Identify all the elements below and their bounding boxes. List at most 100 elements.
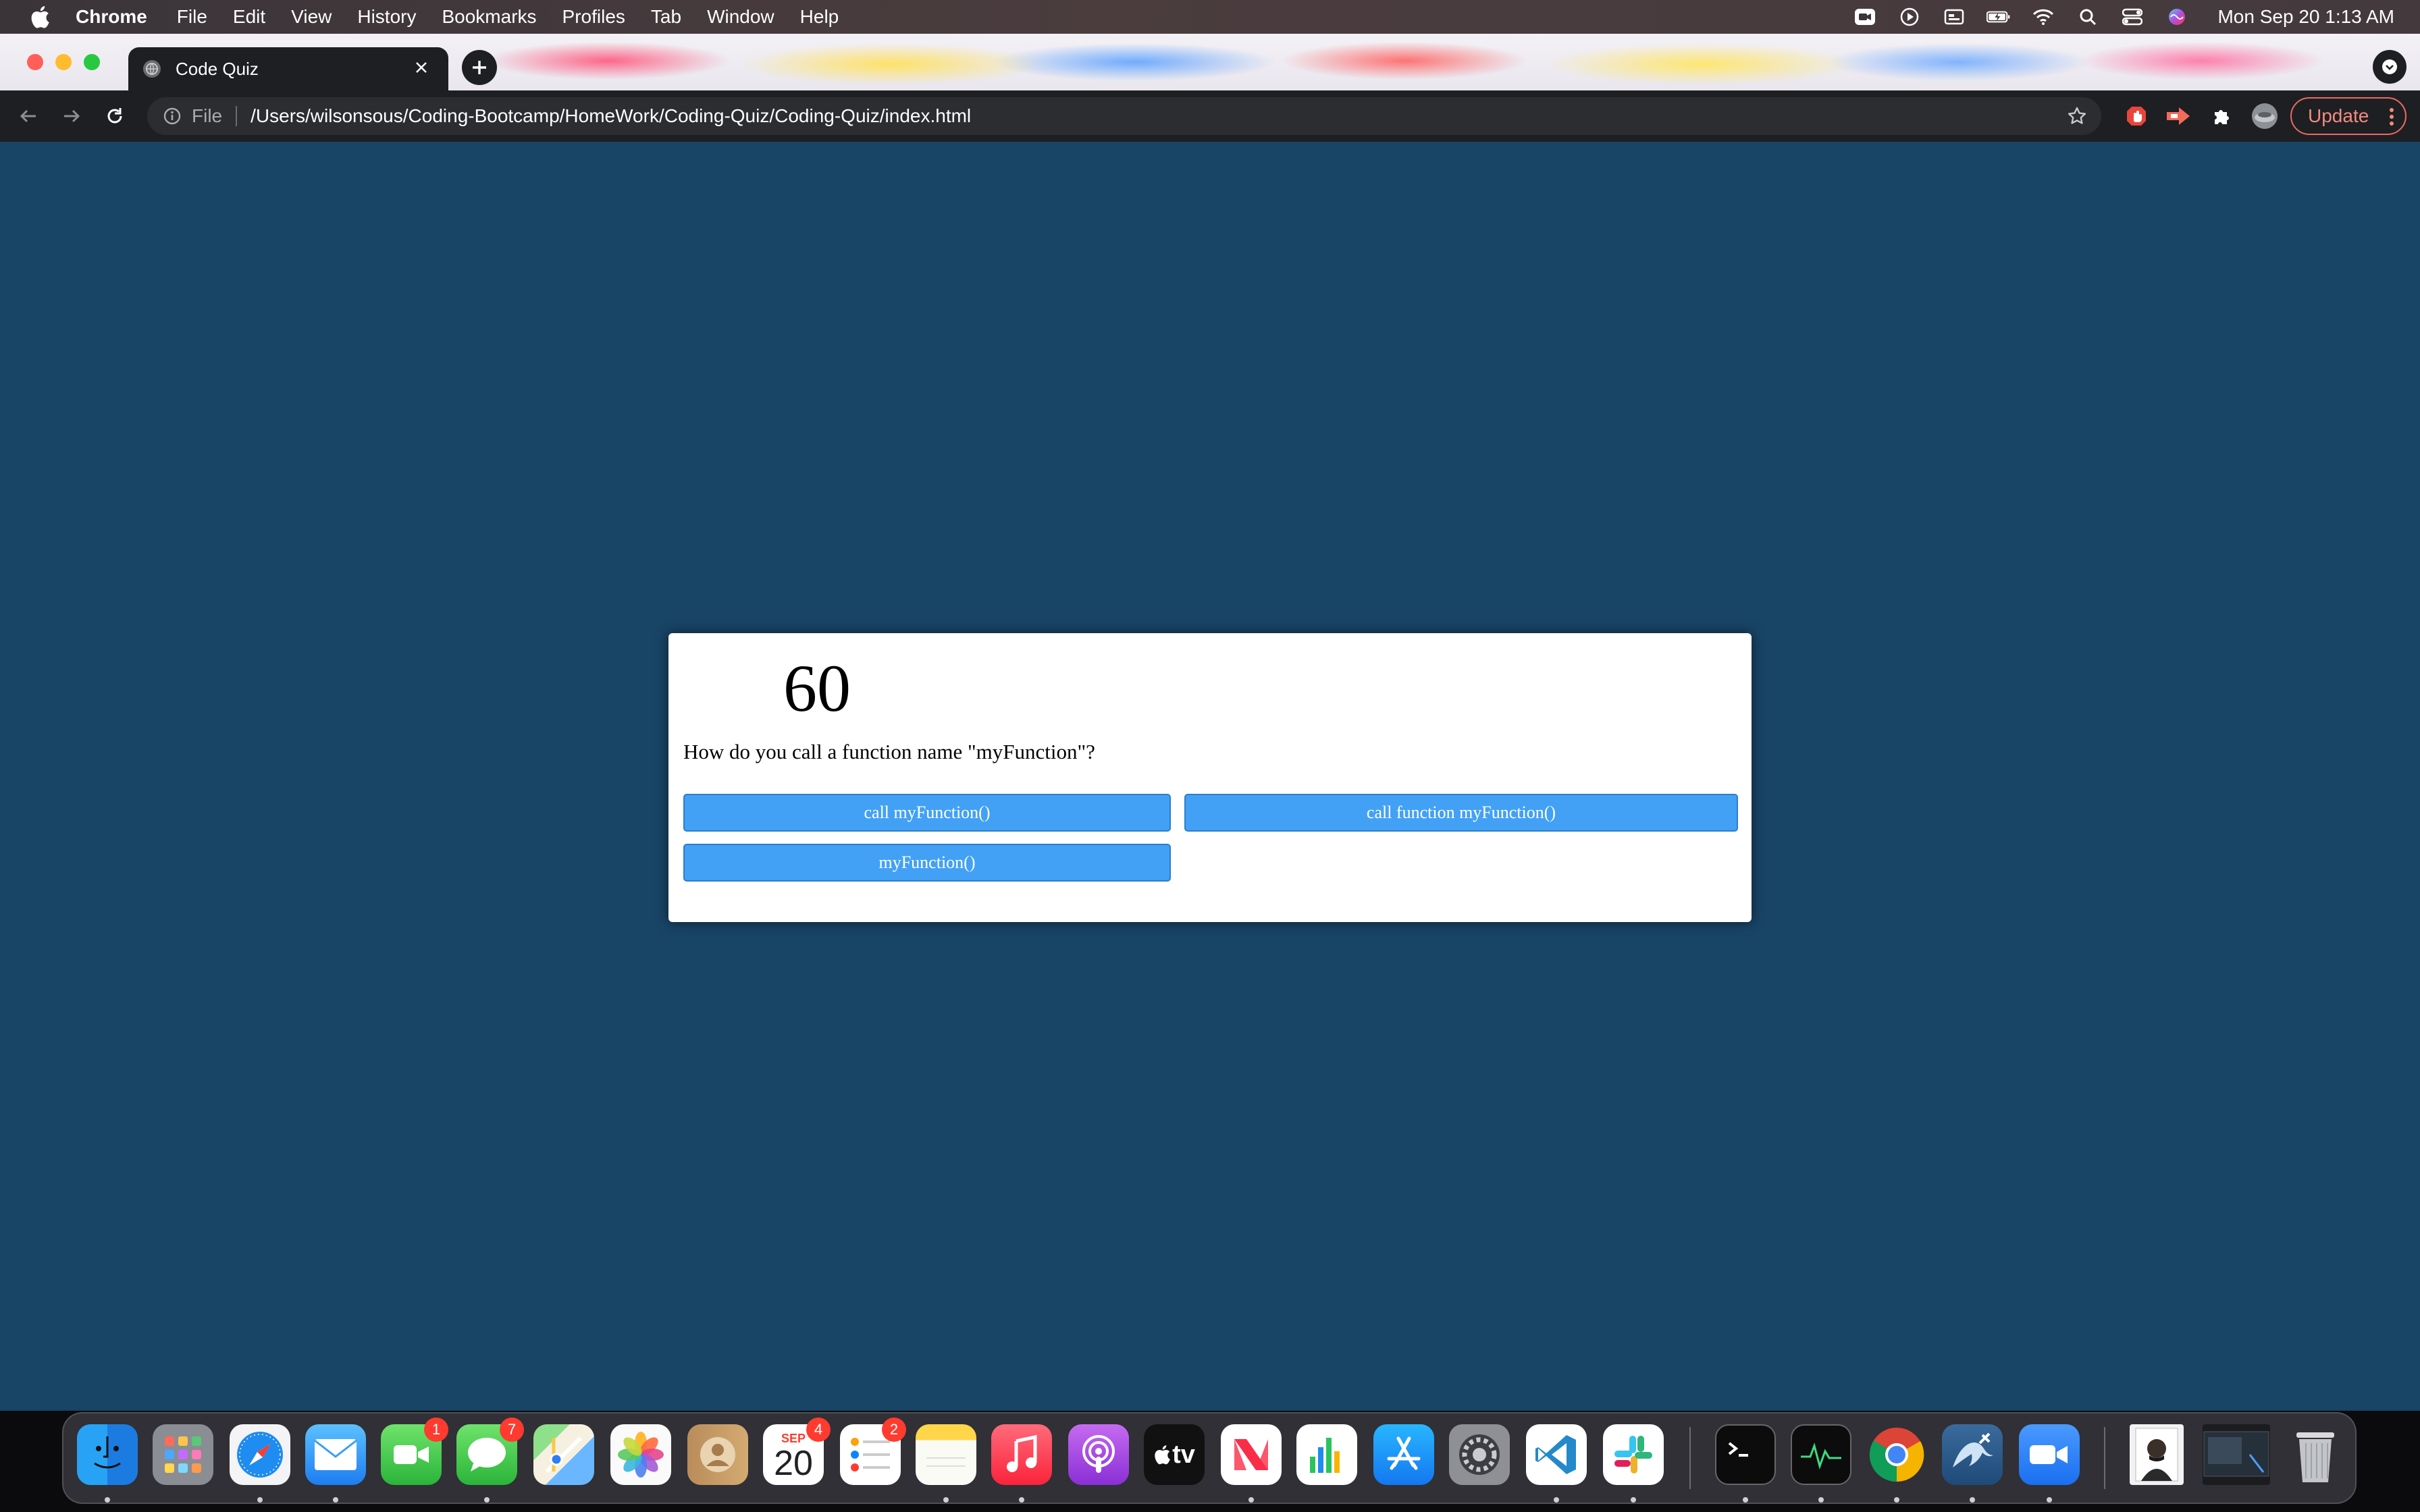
- dock-running-indicator: [1019, 1497, 1024, 1503]
- tab-code-quiz[interactable]: Code Quiz: [128, 47, 448, 90]
- dock-divider-right: [2104, 1427, 2105, 1489]
- facetime-badge: 1: [424, 1418, 448, 1442]
- info-icon[interactable]: [162, 106, 182, 126]
- dock-running-indicator: [1631, 1497, 1636, 1503]
- dock-running-indicator: [105, 1497, 110, 1503]
- profile-avatar[interactable]: [2251, 103, 2278, 130]
- activity-monitor-icon[interactable]: [1791, 1424, 1851, 1485]
- dock-running-indicator: [2047, 1497, 2052, 1503]
- news-icon[interactable]: [1221, 1424, 1282, 1485]
- calendar-badge: 4: [806, 1418, 831, 1442]
- window-close-button[interactable]: [27, 54, 43, 70]
- back-button[interactable]: [15, 103, 42, 130]
- slack-icon[interactable]: [1603, 1424, 1664, 1485]
- menu-edit[interactable]: Edit: [233, 6, 265, 28]
- menu-help[interactable]: Help: [800, 6, 839, 28]
- apple-icon[interactable]: [28, 5, 51, 29]
- profile-photo-document-icon[interactable]: [2130, 1424, 2184, 1485]
- bookmark-star-icon[interactable]: [2066, 105, 2088, 127]
- tab-title: Code Quiz: [176, 58, 259, 79]
- answer-button-1[interactable]: call myFunction(): [683, 794, 1171, 832]
- extension-adblock-icon[interactable]: [2123, 103, 2150, 130]
- wifi-icon[interactable]: [2031, 7, 2055, 27]
- menu-bookmarks[interactable]: Bookmarks: [442, 6, 536, 28]
- menubar-clock[interactable]: Mon Sep 20 1:13 AM: [2217, 6, 2394, 28]
- calendar-day: 20: [774, 1443, 813, 1483]
- reload-button[interactable]: [101, 103, 128, 130]
- dock-running-indicator: [943, 1497, 949, 1503]
- system-preferences-icon[interactable]: [1449, 1424, 1510, 1485]
- page-viewport: 60 How do you call a function name "myFu…: [0, 142, 2420, 1411]
- tab-search-button[interactable]: [2373, 50, 2406, 84]
- spotlight-search-icon[interactable]: [2076, 7, 2100, 27]
- dock-running-indicator: [1554, 1497, 1559, 1503]
- reload-icon: [107, 108, 122, 124]
- quiz-card: 60 How do you call a function name "myFu…: [668, 633, 1752, 922]
- menu-window[interactable]: Window: [707, 6, 774, 28]
- menu-file[interactable]: File: [177, 6, 207, 28]
- arrow-right-icon: [64, 109, 80, 123]
- tab-strip: Code Quiz: [0, 34, 2420, 90]
- menu-profiles[interactable]: Profiles: [562, 6, 625, 28]
- siri-icon[interactable]: [2165, 7, 2189, 27]
- terminal-icon[interactable]: [1715, 1424, 1776, 1485]
- dock-running-indicator: [257, 1497, 263, 1503]
- messages-badge: 7: [500, 1418, 524, 1442]
- vscode-icon[interactable]: [1526, 1424, 1587, 1485]
- dock-running-indicator: [484, 1497, 490, 1503]
- plus-icon: [473, 61, 486, 74]
- mysql-workbench-icon[interactable]: [1942, 1424, 2003, 1485]
- apple-tv-icon[interactable]: tv: [1144, 1424, 1205, 1485]
- globe-icon: [143, 60, 161, 78]
- display-icon[interactable]: [1942, 7, 1966, 27]
- maps-icon[interactable]: [533, 1424, 594, 1485]
- url-scheme: File: [192, 105, 223, 126]
- dock-running-indicator: [1970, 1497, 1975, 1503]
- menu-view[interactable]: View: [291, 6, 332, 28]
- dock-running-indicator: [1248, 1497, 1254, 1503]
- forward-button[interactable]: [58, 103, 85, 130]
- url-text[interactable]: /Users/wilsonsous/Coding-Bootcamp/HomeWo…: [251, 105, 971, 127]
- extensions-puzzle-icon[interactable]: [2208, 103, 2235, 130]
- numbers-icon[interactable]: [1296, 1424, 1357, 1485]
- menu-history[interactable]: History: [357, 6, 416, 28]
- contacts-icon[interactable]: [687, 1424, 748, 1485]
- zoom-status-icon[interactable]: [1853, 7, 1877, 27]
- launchpad-icon[interactable]: [153, 1424, 213, 1485]
- tab-close-icon[interactable]: [411, 57, 432, 78]
- trash-icon[interactable]: [2285, 1424, 2346, 1485]
- media-play-icon[interactable]: [1897, 7, 1922, 27]
- answer-button-2[interactable]: call function myFunction(): [1184, 794, 1738, 832]
- extension-red-arrow-icon[interactable]: [2165, 103, 2192, 130]
- safari-icon[interactable]: [230, 1424, 290, 1485]
- dock-running-indicator: [1818, 1497, 1824, 1503]
- notes-icon[interactable]: [916, 1424, 976, 1485]
- zoom-app-icon[interactable]: [2019, 1424, 2080, 1485]
- chrome-icon[interactable]: [1866, 1424, 1927, 1485]
- menu-tab[interactable]: Tab: [651, 6, 681, 28]
- music-icon[interactable]: [991, 1424, 1052, 1485]
- battery-icon[interactable]: [1987, 7, 2011, 27]
- reminders-badge: 2: [882, 1418, 906, 1442]
- podcasts-icon[interactable]: [1068, 1424, 1129, 1485]
- update-button[interactable]: Update: [2290, 97, 2406, 135]
- new-tab-button[interactable]: [462, 50, 497, 85]
- browser-toolbar: File /Users/wilsonsous/Coding-Bootcamp/H…: [0, 90, 2420, 142]
- photos-icon[interactable]: [610, 1424, 671, 1485]
- more-vertical-icon[interactable]: [2389, 107, 2394, 131]
- address-bar[interactable]: File /Users/wilsonsous/Coding-Bootcamp/H…: [147, 97, 2101, 135]
- dock-running-indicator: [1894, 1497, 1899, 1503]
- answer-button-3[interactable]: myFunction(): [683, 844, 1171, 882]
- control-center-icon[interactable]: [2120, 7, 2145, 27]
- menu-app-name[interactable]: Chrome: [76, 6, 147, 28]
- mail-icon[interactable]: [305, 1424, 366, 1485]
- app-store-icon[interactable]: [1373, 1424, 1434, 1485]
- url-separator: [236, 106, 238, 126]
- menu-bar: Chrome File Edit View History Bookmarks …: [0, 0, 2420, 34]
- finder-icon[interactable]: [77, 1424, 138, 1485]
- window-zoom-button[interactable]: [84, 54, 100, 70]
- quiz-question: How do you call a function name "myFunct…: [683, 740, 1095, 763]
- screenshot-stack-icon[interactable]: [2203, 1424, 2270, 1485]
- window-minimize-button[interactable]: [55, 54, 72, 70]
- update-label: Update: [2308, 105, 2369, 126]
